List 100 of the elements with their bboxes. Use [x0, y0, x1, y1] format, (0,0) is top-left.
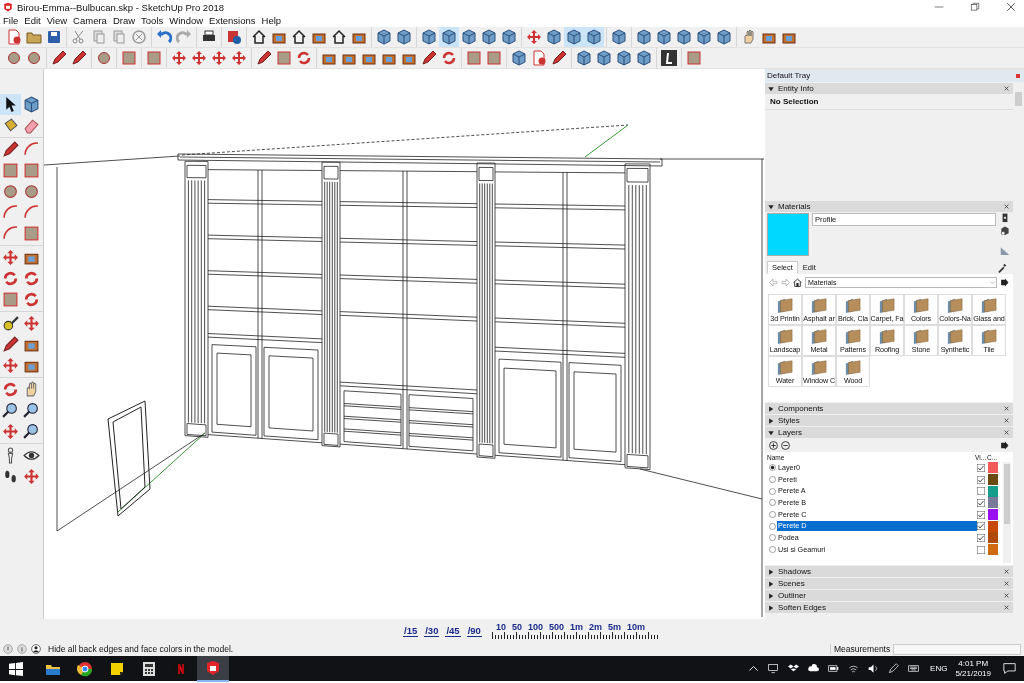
square-icon[interactable] — [684, 48, 704, 68]
checkbox[interactable] — [977, 475, 985, 484]
close-icon[interactable] — [1004, 581, 1009, 586]
panel-header[interactable]: Entity Info — [765, 83, 1013, 94]
close-icon[interactable] — [1004, 204, 1009, 209]
angle-snap-button[interactable]: /15 — [403, 624, 419, 637]
restore-icon[interactable] — [970, 2, 980, 12]
cloud-icon[interactable] — [808, 663, 820, 674]
four-way-arrow-icon[interactable] — [21, 313, 42, 334]
triangle-icon[interactable] — [768, 203, 774, 210]
checkbox[interactable] — [977, 522, 985, 531]
panel-header[interactable]: Components — [765, 403, 1013, 414]
scale-button[interactable]: 100 — [527, 622, 543, 632]
cube-icon[interactable] — [634, 27, 654, 47]
checkbox[interactable] — [977, 498, 985, 507]
scale-button[interactable]: 10 — [495, 622, 506, 632]
wifi-icon[interactable] — [848, 663, 860, 674]
close-icon[interactable] — [1004, 430, 1009, 435]
close-icon[interactable] — [1006, 2, 1016, 12]
details-arrow-icon[interactable] — [1000, 440, 1009, 450]
close-icon[interactable] — [1004, 569, 1009, 574]
cube-icon[interactable] — [374, 27, 394, 47]
menu-item[interactable]: Edit — [24, 15, 41, 26]
cube-icon[interactable] — [594, 48, 614, 68]
triangle-icon[interactable] — [768, 429, 774, 436]
triangle-icon[interactable] — [768, 568, 774, 575]
color-swatch[interactable] — [988, 532, 998, 544]
square-icon[interactable] — [21, 223, 42, 244]
radio-button[interactable] — [769, 546, 776, 554]
panel-header[interactable]: Soften Edges — [765, 602, 1013, 613]
scale-button[interactable]: 5m — [608, 622, 621, 632]
triangle-icon[interactable] — [768, 85, 774, 92]
cube-icon[interactable] — [459, 27, 479, 47]
pen-icon[interactable] — [888, 663, 900, 674]
user-icon[interactable] — [31, 644, 41, 654]
menu-item[interactable]: File — [3, 15, 19, 26]
radio-button[interactable] — [769, 534, 776, 542]
box-icon[interactable] — [788, 663, 800, 674]
pointer-icon[interactable] — [0, 94, 21, 115]
scale-button[interactable]: 50 — [511, 622, 522, 632]
four-way-arrow-icon[interactable] — [0, 355, 21, 376]
clock-time[interactable]: 4:01 PM — [958, 658, 989, 669]
pencil-icon[interactable] — [0, 334, 21, 355]
cube-icon[interactable] — [479, 27, 499, 47]
cube-icon[interactable] — [584, 27, 604, 47]
scale-button[interactable]: 1m — [569, 622, 583, 632]
menu-item[interactable]: View — [46, 15, 68, 26]
radio-button[interactable] — [769, 487, 776, 495]
checkbox[interactable] — [977, 510, 985, 519]
square-icon[interactable] — [274, 48, 294, 68]
cube-icon[interactable] — [634, 48, 654, 68]
scale-button[interactable]: 500 — [548, 622, 564, 632]
cube-icon[interactable] — [694, 27, 714, 47]
angle-snap-button[interactable]: /45 — [445, 624, 461, 637]
menu-item[interactable]: Camera — [73, 15, 107, 26]
cube-icon[interactable] — [564, 27, 584, 47]
cube-icon[interactable] — [574, 48, 594, 68]
four-way-arrow-icon[interactable] — [0, 421, 21, 442]
angle-snap-button[interactable]: /30 — [424, 624, 440, 637]
close-icon[interactable] — [1004, 593, 1009, 598]
caret-icon[interactable] — [748, 663, 760, 674]
radio-button[interactable] — [769, 499, 776, 507]
cube-icon[interactable] — [544, 27, 564, 47]
panel-header[interactable]: Scenes — [765, 578, 1013, 589]
checkbox[interactable] — [977, 545, 985, 554]
home-icon[interactable] — [793, 277, 802, 287]
cube-icon[interactable] — [439, 27, 459, 47]
four-way-arrow-icon[interactable] — [21, 466, 42, 487]
color-swatch[interactable] — [988, 520, 998, 532]
cube-icon[interactable] — [674, 27, 694, 47]
angle-snap-button[interactable]: /90 — [466, 624, 482, 637]
cube-icon[interactable] — [499, 27, 519, 47]
speech-bubble-icon[interactable] — [1003, 662, 1016, 675]
checkbox[interactable] — [977, 487, 985, 496]
radio-button[interactable] — [769, 511, 776, 519]
cube-icon[interactable] — [419, 27, 439, 47]
angle-mark-icon[interactable] — [659, 48, 679, 68]
eyedropper-icon[interactable] — [997, 262, 1007, 273]
panel-header[interactable]: Shadows — [765, 566, 1013, 577]
radio-button[interactable] — [769, 522, 776, 530]
square-icon[interactable] — [144, 48, 164, 68]
color-swatch[interactable] — [988, 485, 998, 497]
panel-header[interactable]: Layers — [765, 427, 1013, 438]
close-icon[interactable] — [1004, 86, 1009, 91]
panel-header[interactable]: Styles — [765, 415, 1013, 426]
triangle-icon[interactable] — [768, 604, 774, 611]
checkbox[interactable] — [977, 533, 985, 542]
square-icon[interactable] — [0, 289, 21, 310]
color-swatch[interactable] — [988, 497, 998, 509]
checkbox[interactable] — [977, 463, 985, 472]
triangle-icon[interactable] — [768, 417, 774, 424]
add-material-icon[interactable] — [1000, 213, 1010, 223]
pencil-icon[interactable] — [0, 139, 21, 160]
monitor-icon[interactable] — [768, 663, 780, 674]
square-icon[interactable] — [21, 160, 42, 181]
cube-icon[interactable] — [714, 27, 734, 47]
menu-item[interactable]: Window — [169, 15, 204, 26]
close-icon[interactable] — [1004, 418, 1009, 423]
windows-logo-icon[interactable] — [9, 661, 23, 676]
triangle-icon[interactable] — [768, 580, 774, 587]
